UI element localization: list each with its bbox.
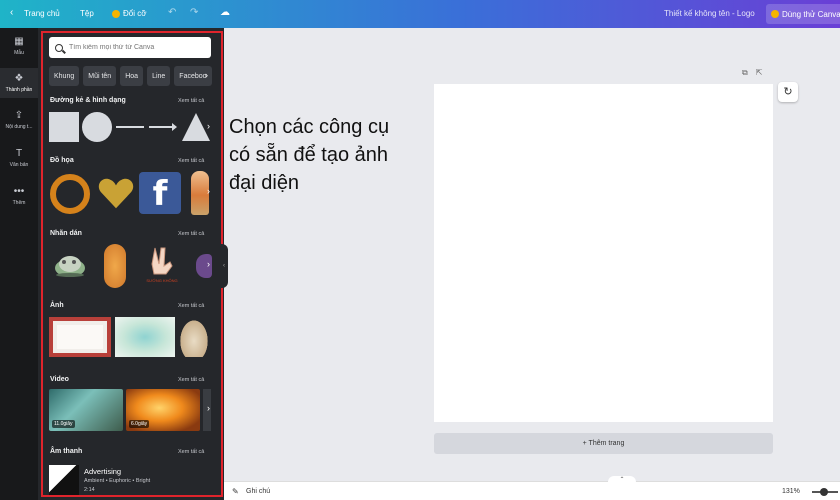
sticker-caption: SƯỚNG KHÔNG: [146, 278, 177, 283]
resize-label: Đổi cỡ: [123, 9, 147, 18]
rail-label: Văn bản: [9, 162, 29, 168]
side-rail: ▦ Mẫu ❖ Thành phần ⇪ Nội dung t... T Văn…: [0, 28, 38, 500]
search-icon: [55, 43, 63, 52]
facebook-logo-graphic[interactable]: f: [139, 172, 181, 214]
bottom-bar: ⌃ ✎ Ghi chú 131%: [224, 476, 840, 500]
rail-label: Thành phần: [5, 87, 33, 93]
video-duration: 6.0giây: [129, 420, 150, 428]
app-window: ‹ Trang chủ Tệp Đổi cỡ ↶ ↷ ☁ Thiết kế kh…: [0, 0, 840, 500]
see-all-videos[interactable]: Xem tất cả: [178, 377, 204, 383]
crown-icon: [771, 10, 779, 18]
template-icon: ▦: [14, 36, 24, 47]
annotation-line: Chọn các công cụ: [229, 116, 390, 138]
text-icon: T: [15, 148, 23, 159]
home-link[interactable]: Trang chủ: [24, 9, 60, 18]
chevron-right-icon[interactable]: ›: [207, 259, 210, 269]
gold-heart-graphic[interactable]: [97, 174, 135, 212]
watercolor-photo[interactable]: [115, 317, 175, 357]
wood-sticker[interactable]: [104, 244, 126, 288]
crown-icon: [112, 9, 120, 18]
try-canva-pro-button[interactable]: Dùng thử Canva: [766, 4, 840, 24]
line-shape[interactable]: [116, 126, 144, 128]
section-title-videos: Video: [50, 376, 69, 383]
collapse-panel-handle[interactable]: ‹: [220, 244, 228, 288]
annotation-text: Chọn các công cụ có sẵn để tạo ảnh đại d…: [229, 113, 439, 197]
chevron-right-icon[interactable]: ›: [207, 403, 210, 413]
gold-ring-graphic[interactable]: [50, 174, 90, 214]
section-title-photos: Ảnh: [50, 302, 64, 309]
notes-icon[interactable]: ✎: [232, 487, 239, 496]
circle-shape[interactable]: [82, 112, 112, 142]
see-all-photos[interactable]: Xem tất cả: [178, 303, 204, 309]
add-page-icon[interactable]: ⇱: [756, 68, 763, 78]
video-thumbnail[interactable]: 11.0giây: [49, 389, 123, 431]
audio-title[interactable]: Advertising: [84, 467, 121, 476]
top-bar: ‹ Trang chủ Tệp Đổi cỡ ↶ ↷ ☁ Thiết kế kh…: [0, 0, 840, 28]
rail-label: Nội dung t...: [5, 124, 33, 130]
audio-duration: 2:14: [84, 487, 95, 493]
floral-frame-photo[interactable]: [49, 317, 111, 357]
upload-icon: ⇪: [14, 110, 24, 121]
video-duration: 11.0giây: [52, 420, 75, 428]
chevron-right-icon[interactable]: ›: [207, 121, 210, 131]
zoom-slider[interactable]: [812, 488, 838, 496]
rail-label: Thêm: [12, 200, 26, 206]
elements-icon: ❖: [14, 73, 24, 84]
video-thumbnail[interactable]: 6.0giây: [126, 389, 200, 431]
rail-label: Mẫu: [14, 50, 24, 56]
chevron-left-icon[interactable]: ‹: [10, 7, 13, 18]
chip-arrows[interactable]: Mũi tên: [83, 66, 117, 86]
file-menu[interactable]: Tệp: [80, 9, 94, 18]
chip-line[interactable]: Line: [147, 66, 171, 86]
document-title[interactable]: Thiết kế không tên - Logo: [664, 9, 755, 18]
search-input[interactable]: [69, 44, 199, 51]
notes-button[interactable]: Ghi chú: [246, 488, 270, 495]
audio-meta: Ambient • Euphoric • Bright: [84, 478, 151, 484]
design-canvas[interactable]: [434, 84, 773, 422]
suggestion-chips: Khung Mũi tên Hoa Line Faceboo: [49, 66, 212, 86]
section-title-graphics: Đồ họa: [50, 157, 74, 164]
audio-thumbnail[interactable]: [49, 465, 79, 495]
chevron-right-icon[interactable]: ›: [207, 186, 210, 196]
undo-icon[interactable]: ↶: [168, 7, 176, 18]
trial-label: Dùng thử Canva: [782, 9, 840, 19]
leaf-photo[interactable]: [178, 317, 210, 357]
square-shape[interactable]: [49, 112, 79, 142]
turtle-sticker[interactable]: [50, 250, 90, 280]
section-title-audio: Âm thanh: [50, 448, 83, 455]
peace-hand-sticker[interactable]: SƯỚNG KHÔNG: [146, 244, 178, 284]
see-all-shapes[interactable]: Xem tất cả: [178, 98, 204, 104]
see-all-audio[interactable]: Xem tất cả: [178, 449, 204, 455]
chip-frames[interactable]: Khung: [49, 66, 80, 86]
add-page-button[interactable]: + Thêm trang: [434, 433, 773, 454]
search-bar[interactable]: [49, 37, 211, 58]
duplicate-page-icon[interactable]: ⧉: [742, 68, 748, 78]
arrow-shape[interactable]: [149, 123, 177, 131]
annotation-line: có sẵn để tạo ảnh: [229, 144, 389, 166]
rail-item-text[interactable]: T Văn bản: [0, 148, 38, 168]
triangle-shape[interactable]: [182, 113, 210, 141]
chip-flowers[interactable]: Hoa: [120, 66, 144, 86]
see-all-stickers[interactable]: Xem tất cả: [178, 231, 204, 237]
chevron-right-icon[interactable]: ›: [205, 70, 208, 80]
zoom-level[interactable]: 131%: [782, 488, 800, 495]
resize-button[interactable]: Đổi cỡ: [112, 9, 146, 18]
section-title-stickers: Nhãn dán: [50, 230, 82, 237]
see-all-graphics[interactable]: Xem tất cả: [178, 158, 204, 164]
chevron-up-icon[interactable]: ⌃: [608, 476, 636, 484]
redo-icon[interactable]: ↷: [190, 7, 198, 18]
rail-item-elements[interactable]: ❖ Thành phần: [0, 68, 38, 98]
rail-item-uploads[interactable]: ⇪ Nội dung t...: [0, 110, 38, 130]
section-title-shapes: Đường kẻ & hình dạng: [50, 97, 126, 104]
rail-item-templates[interactable]: ▦ Mẫu: [0, 36, 38, 56]
refresh-icon[interactable]: ↻: [778, 82, 798, 102]
cloud-save-icon[interactable]: ☁: [220, 7, 230, 18]
page-tools: ⧉ ⇱: [742, 68, 762, 78]
more-icon: •••: [13, 186, 25, 197]
annotation-line: đại diện: [229, 172, 300, 194]
rail-item-more[interactable]: ••• Thêm: [0, 186, 38, 206]
